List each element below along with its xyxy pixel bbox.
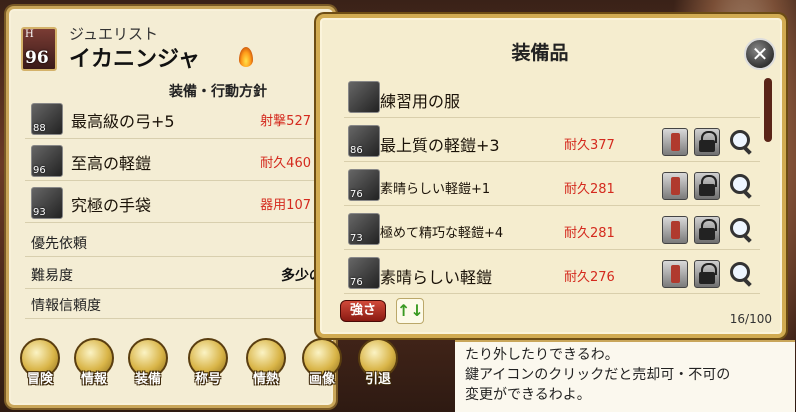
- level-badge: H 96: [21, 27, 57, 71]
- level-value: 96: [25, 48, 49, 68]
- command-label: 冒険: [26, 372, 53, 387]
- equipment-modal: 装備品 ✕ 練習用の服 86 最上質の軽鎧+3 耐久377 76 素晴らしい軽鎧…: [316, 14, 786, 338]
- search-icon[interactable]: [728, 216, 754, 244]
- item-name: 最上質の軽鎧+3: [380, 136, 500, 155]
- equipment-list: 練習用の服 86 最上質の軽鎧+3 耐久377 76 素晴らしい軽鎧+1 耐久2…: [344, 76, 762, 296]
- command-label: 情報: [80, 372, 107, 387]
- search-icon[interactable]: [728, 260, 754, 288]
- command-bar: 冒険 情報 装備 称号 情熱 画像 引退: [16, 336, 416, 396]
- item-stat: 耐久281: [564, 182, 615, 197]
- equipped-row-armor[interactable]: 96 至高の軽鎧 耐久460: [25, 141, 325, 181]
- command-passion[interactable]: 情熱: [242, 336, 290, 388]
- search-icon[interactable]: [728, 172, 754, 200]
- equipped-stat: 耐久460: [260, 156, 311, 171]
- item-stat: 耐久377: [564, 138, 615, 153]
- info-row-difficulty: 難易度 多少の: [25, 259, 325, 289]
- close-icon[interactable]: ✕: [744, 38, 776, 70]
- info-row-reliability: 情報信頼度: [25, 289, 325, 319]
- clothes-icon: [348, 81, 380, 113]
- sort-button[interactable]: 強さ: [340, 300, 386, 322]
- item-name: 素晴らしい軽鎧: [380, 268, 493, 287]
- item-level: 93: [33, 207, 46, 218]
- list-item[interactable]: 73 極めて精巧な軽鎧+4 耐久281: [344, 208, 760, 250]
- equip-detail-icon[interactable]: [662, 172, 688, 200]
- character-name: イカニンジャ: [69, 47, 200, 72]
- equipped-name: 究極の手袋: [71, 196, 152, 215]
- list-item[interactable]: 76 素晴らしい軽鎧+1 耐久281: [344, 164, 760, 206]
- armor-icon: 86: [348, 125, 380, 157]
- level-prefix: H: [25, 29, 34, 40]
- command-equip[interactable]: 装備: [124, 336, 172, 388]
- item-level: 86: [350, 145, 363, 156]
- lock-icon[interactable]: [694, 128, 720, 156]
- info-row-priority: 優先依頼: [25, 227, 325, 257]
- item-count: 16/100: [729, 312, 772, 326]
- section-title: 装備・行動方針: [169, 84, 267, 100]
- bow-icon: 88: [31, 103, 63, 135]
- armor-icon: 76: [348, 169, 380, 201]
- character-header: H 96 ジュエリスト イカニンジャ: [17, 19, 317, 73]
- dialog-box: たり外したりできるわ。 鍵アイコンのクリックだと売却可・不可の 変更ができるわよ…: [455, 340, 795, 412]
- command-label: 引退: [364, 372, 391, 387]
- equip-detail-icon[interactable]: [662, 260, 688, 288]
- list-item[interactable]: 練習用の服: [344, 76, 760, 118]
- item-name: 極めて精巧な軽鎧+4: [380, 226, 504, 241]
- armor-icon: 76: [348, 257, 380, 289]
- item-stat: 耐久281: [564, 226, 615, 241]
- command-info[interactable]: 情報: [70, 336, 118, 388]
- lock-icon[interactable]: [694, 172, 720, 200]
- scrollbar-thumb[interactable]: [764, 78, 772, 142]
- sort-order-icon[interactable]: ↑↓: [396, 298, 424, 324]
- item-level: 76: [350, 277, 363, 288]
- equipped-stat: 器用107: [260, 198, 311, 213]
- equipped-row-weapon[interactable]: 88 最高級の弓+5 射撃527: [25, 99, 325, 139]
- item-level: 96: [33, 165, 46, 176]
- armor-icon: 96: [31, 145, 63, 177]
- equipped-row-gloves[interactable]: 93 究極の手袋 器用107: [25, 183, 325, 223]
- lock-icon[interactable]: [694, 216, 720, 244]
- search-icon[interactable]: [728, 128, 754, 156]
- equip-detail-icon[interactable]: [662, 128, 688, 156]
- dialog-line: 変更ができるわよ。: [465, 387, 591, 403]
- command-image[interactable]: 画像: [298, 336, 346, 388]
- lock-icon[interactable]: [694, 260, 720, 288]
- list-item[interactable]: 76 素晴らしい軽鎧 耐久276: [344, 252, 760, 294]
- command-retire[interactable]: 引退: [354, 336, 402, 388]
- command-label: 装備: [134, 372, 161, 387]
- equip-detail-icon[interactable]: [662, 216, 688, 244]
- list-item[interactable]: 86 最上質の軽鎧+3 耐久377: [344, 120, 760, 162]
- info-label: 難易度: [31, 268, 73, 284]
- item-stat: 耐久276: [564, 270, 615, 285]
- command-label: 称号: [194, 372, 221, 387]
- equipped-name: 至高の軽鎧: [71, 154, 152, 173]
- command-title[interactable]: 称号: [184, 336, 232, 388]
- command-label: 画像: [308, 372, 335, 387]
- item-level: 88: [33, 123, 46, 134]
- flame-icon: [239, 47, 253, 67]
- item-level: 76: [350, 189, 363, 200]
- info-label: 情報信頼度: [31, 298, 101, 314]
- equipped-name: 最高級の弓+5: [71, 112, 175, 131]
- glove-icon: 93: [31, 187, 63, 219]
- info-label: 優先依頼: [31, 236, 87, 252]
- command-label: 情熱: [252, 372, 279, 387]
- dialog-line: たり外したりできるわ。: [465, 347, 619, 363]
- scrollbar[interactable]: [764, 78, 772, 298]
- modal-title: 装備品: [511, 42, 569, 64]
- armor-icon: 73: [348, 213, 380, 245]
- item-level: 73: [350, 233, 363, 244]
- item-name: 練習用の服: [380, 92, 461, 111]
- command-adventure[interactable]: 冒険: [16, 336, 64, 388]
- dialog-line: 鍵アイコンのクリックだと売却可・不可の: [465, 367, 731, 383]
- item-name: 素晴らしい軽鎧+1: [380, 182, 491, 197]
- equipped-stat: 射撃527: [260, 114, 311, 129]
